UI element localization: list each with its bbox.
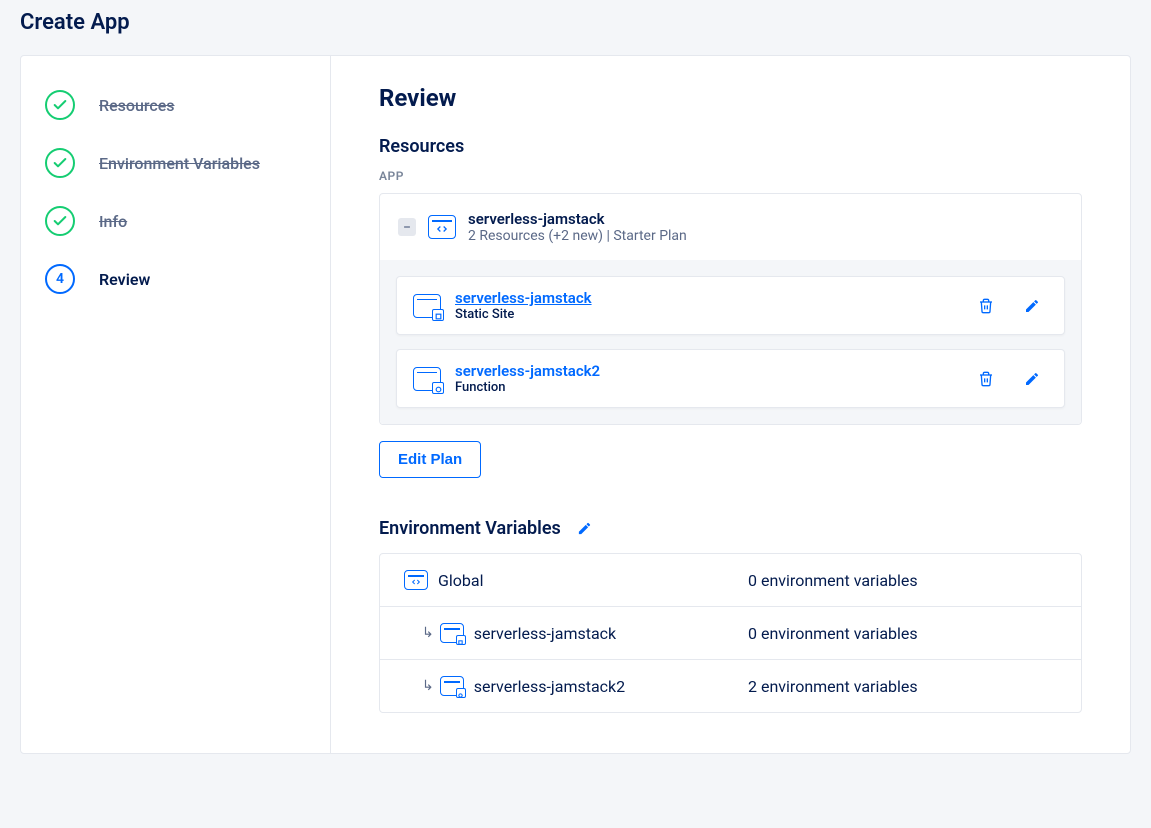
step-label: Resources [99, 96, 175, 115]
function-icon [413, 367, 441, 391]
env-scope-name: serverless-jamstack2 [474, 677, 625, 696]
delete-resource-button[interactable] [970, 290, 1002, 322]
env-scope-name: serverless-jamstack [474, 624, 616, 643]
env-vars-section-title: Environment Variables [379, 518, 1082, 539]
pencil-icon [1024, 298, 1040, 314]
indent-arrow-icon: ↳ [422, 625, 434, 641]
page-title: Create App [20, 0, 1131, 55]
check-icon [45, 90, 75, 120]
check-icon [45, 206, 75, 236]
create-app-card: Resources Environment Variables Info 4 R… [20, 55, 1131, 754]
pencil-icon [1024, 371, 1040, 387]
wizard-sidebar: Resources Environment Variables Info 4 R… [21, 56, 331, 753]
env-row-static-site: ↳ serverless-jamstack 0 environment vari… [380, 607, 1081, 660]
global-icon [404, 570, 428, 590]
static-site-icon [413, 294, 441, 318]
env-scope-name: Global [438, 571, 484, 590]
check-icon [45, 148, 75, 178]
resource-row-static-site: serverless-jamstack Static Site [396, 276, 1065, 335]
resource-type: Function [455, 380, 956, 395]
resource-name-link[interactable]: serverless-jamstack [455, 289, 956, 307]
env-vars-table: Global 0 environment variables ↳ serverl… [379, 553, 1082, 713]
trash-icon [978, 298, 994, 314]
step-resources[interactable]: Resources [45, 76, 306, 134]
app-summary-box: serverless-jamstack 2 Resources (+2 new)… [379, 193, 1082, 425]
resources-section-title: Resources [379, 136, 1082, 157]
step-number-icon: 4 [45, 264, 75, 294]
env-vars-title-text: Environment Variables [379, 518, 561, 539]
env-row-global: Global 0 environment variables [380, 554, 1081, 607]
env-count: 0 environment variables [748, 624, 918, 643]
app-children: serverless-jamstack Static Site [380, 260, 1081, 424]
step-label: Environment Variables [99, 154, 260, 173]
step-label: Info [99, 212, 127, 231]
resource-type: Static Site [455, 307, 956, 322]
env-count: 2 environment variables [748, 677, 918, 696]
step-env-vars[interactable]: Environment Variables [45, 134, 306, 192]
step-label: Review [99, 270, 150, 289]
resource-row-function: serverless-jamstack2 Function [396, 349, 1065, 408]
app-header-row: serverless-jamstack 2 Resources (+2 new)… [380, 194, 1081, 260]
indent-arrow-icon: ↳ [422, 678, 434, 694]
resource-name-link[interactable]: serverless-jamstack2 [455, 362, 956, 380]
pencil-icon [577, 521, 592, 536]
app-name: serverless-jamstack [468, 210, 687, 228]
edit-resource-button[interactable] [1016, 290, 1048, 322]
trash-icon [978, 371, 994, 387]
delete-resource-button[interactable] [970, 363, 1002, 395]
collapse-toggle[interactable] [398, 218, 416, 236]
edit-env-vars-button[interactable] [577, 521, 592, 536]
env-count: 0 environment variables [748, 571, 918, 590]
review-heading: Review [379, 84, 1082, 112]
step-review[interactable]: 4 Review [45, 250, 306, 308]
edit-resource-button[interactable] [1016, 363, 1048, 395]
app-subtitle: 2 Resources (+2 new) | Starter Plan [468, 228, 687, 244]
edit-plan-button[interactable]: Edit Plan [379, 441, 481, 478]
function-icon [440, 676, 464, 696]
main-content: Review Resources APP serverless-jamstack… [331, 56, 1130, 753]
static-site-icon [440, 623, 464, 643]
env-row-function: ↳ serverless-jamstack2 2 environment var… [380, 660, 1081, 712]
app-caption: APP [379, 169, 1082, 183]
step-info[interactable]: Info [45, 192, 306, 250]
app-icon [428, 215, 456, 239]
